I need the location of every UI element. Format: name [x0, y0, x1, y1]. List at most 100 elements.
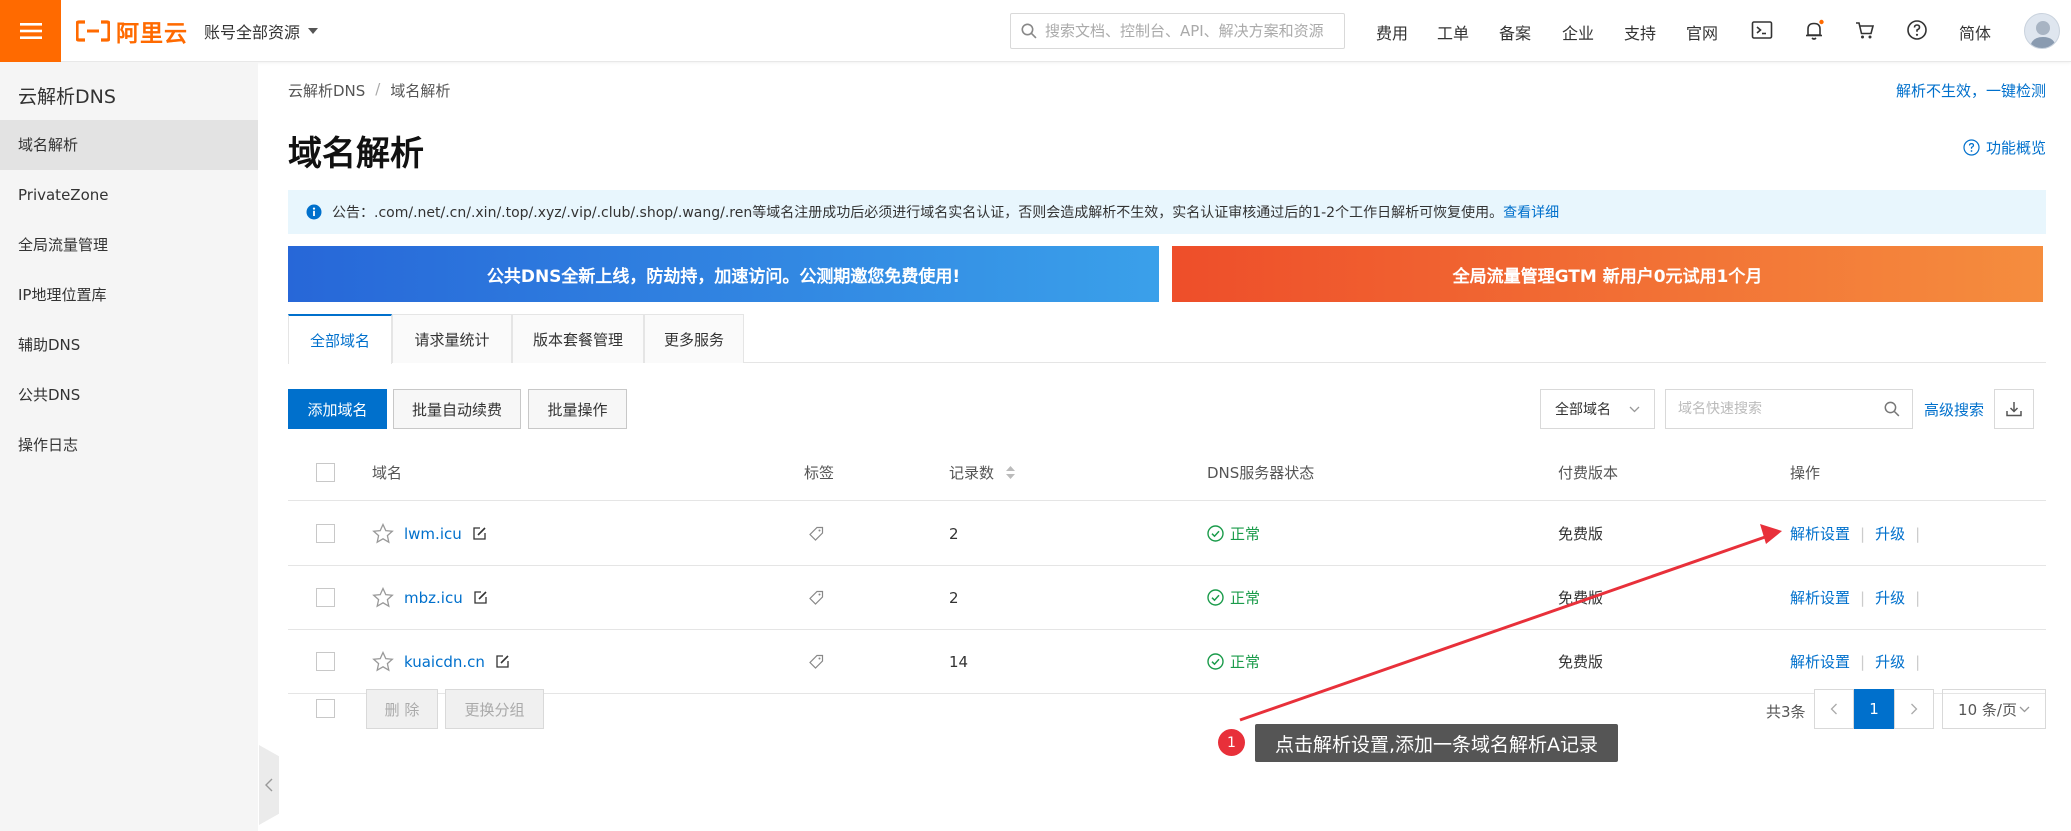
page-number-current[interactable]: 1 [1854, 689, 1894, 729]
table-row: kuaicdn.cn 14 正常 免费版 解析设置 | 升级 | [288, 630, 2046, 694]
row-checkbox[interactable] [316, 524, 335, 543]
star-icon[interactable] [372, 587, 394, 608]
account-resources-dropdown[interactable]: 账号全部资源 [204, 19, 319, 43]
edit-icon[interactable] [495, 654, 510, 669]
one-click-check-link[interactable]: 解析不生效，一键检测 [1896, 80, 2046, 101]
sidebar-item-public-dns[interactable]: 公共DNS [0, 370, 258, 420]
global-search-input[interactable] [1044, 22, 1334, 40]
sidebar-item-privatezone[interactable]: PrivateZone [0, 170, 258, 220]
header-dns-status: DNS服务器状态 [1207, 464, 1315, 482]
domain-search-input[interactable] [1678, 401, 1877, 417]
breadcrumb-root[interactable]: 云解析DNS [288, 80, 365, 101]
star-icon[interactable] [372, 651, 394, 672]
change-group-button[interactable]: 更换分组 [445, 689, 544, 729]
tag-icon[interactable] [808, 526, 824, 542]
domain-link[interactable]: kuaicdn.cn [404, 653, 485, 671]
nav-icp[interactable]: 备案 [1499, 20, 1531, 44]
footer-select-all-checkbox[interactable] [316, 699, 335, 718]
select-all-checkbox[interactable] [316, 463, 335, 482]
dns-settings-link[interactable]: 解析设置 [1790, 651, 1850, 672]
delete-button[interactable]: 删 除 [366, 689, 438, 729]
sidebar-collapse-handle[interactable] [259, 745, 279, 825]
tab-request-stats[interactable]: 请求量统计 [392, 314, 512, 363]
upgrade-link[interactable]: 升级 [1875, 587, 1905, 608]
check-circle-icon [1207, 525, 1224, 542]
table-row: mbz.icu 2 正常 免费版 解析设置 | 升级 | [288, 566, 2046, 630]
page-size-select[interactable]: 10 条/页 [1942, 689, 2046, 729]
feature-overview-link[interactable]: 功能概览 [1963, 137, 2046, 158]
sidebar-item-gtm[interactable]: 全局流量管理 [0, 220, 258, 270]
nav-tickets[interactable]: 工单 [1437, 20, 1469, 44]
star-icon[interactable] [372, 523, 394, 544]
nav-fees[interactable]: 费用 [1376, 20, 1408, 44]
edit-icon[interactable] [472, 526, 487, 541]
edit-icon[interactable] [473, 590, 488, 605]
advanced-search-link[interactable]: 高级搜索 [1924, 399, 1984, 420]
menu-button[interactable] [0, 0, 61, 62]
page-title: 域名解析 [288, 134, 424, 174]
announcement-text: 公告：.com/.net/.cn/.xin/.top/.xyz/.vip/.cl… [332, 202, 1559, 222]
add-domain-button[interactable]: 添加域名 [288, 389, 387, 429]
record-count: 2 [949, 524, 959, 543]
annotation-step-number: 1 [1218, 729, 1245, 756]
sidebar-item-operation-log[interactable]: 操作日志 [0, 420, 258, 470]
top-bar: 阿里云 账号全部资源 费用 工单 备案 企业 支持 官网 简体 [0, 0, 2071, 62]
dns-settings-link[interactable]: 解析设置 [1790, 587, 1850, 608]
batch-operation-button[interactable]: 批量操作 [528, 389, 627, 429]
bell-icon[interactable] [1802, 18, 1826, 42]
next-page-button[interactable] [1894, 689, 1934, 729]
row-checkbox[interactable] [316, 588, 335, 607]
upgrade-link[interactable]: 升级 [1875, 651, 1905, 672]
domain-link[interactable]: mbz.icu [404, 589, 463, 607]
edition-value: 免费版 [1558, 589, 1604, 607]
check-circle-icon [1207, 653, 1224, 670]
aliyun-logo-icon [76, 20, 110, 42]
domain-search-field[interactable] [1665, 389, 1913, 429]
cloud-shell-icon[interactable] [1750, 18, 1774, 42]
table-row: lwm.icu 2 正常 免费版 解析设置 | 升级 | [288, 502, 2046, 566]
nav-website[interactable]: 官网 [1686, 20, 1718, 44]
domain-scope-select[interactable]: 全部域名 [1540, 389, 1655, 429]
nav-enterprise[interactable]: 企业 [1562, 20, 1594, 44]
account-label: 账号全部资源 [204, 23, 301, 42]
tag-icon[interactable] [808, 654, 824, 670]
header-records[interactable]: 记录数 [949, 445, 1016, 500]
status-text: 正常 [1230, 589, 1261, 607]
sidebar-title: 云解析DNS [18, 86, 116, 108]
row-checkbox[interactable] [316, 652, 335, 671]
info-icon [306, 204, 322, 220]
tab-edition-management[interactable]: 版本套餐管理 [512, 314, 644, 363]
aliyun-logo[interactable]: 阿里云 [76, 14, 188, 48]
sidebar: 云解析DNS 域名解析 PrivateZone 全局流量管理 IP地理位置库 辅… [0, 62, 258, 831]
nav-support[interactable]: 支持 [1624, 20, 1656, 44]
cart-icon[interactable] [1853, 18, 1877, 42]
search-icon[interactable] [1884, 401, 1900, 417]
announcement-details-link[interactable]: 查看详细 [1503, 205, 1559, 221]
domain-scope-value: 全部域名 [1555, 402, 1611, 418]
op-divider: | [1860, 652, 1866, 671]
export-button[interactable] [1994, 389, 2034, 429]
global-search[interactable] [1010, 13, 1345, 49]
domain-link[interactable]: lwm.icu [404, 525, 462, 543]
help-icon[interactable] [1905, 18, 1929, 42]
search-icon [1021, 23, 1037, 39]
status-text: 正常 [1230, 525, 1261, 543]
sidebar-item-secondary-dns[interactable]: 辅助DNS [0, 320, 258, 370]
tab-all-domains[interactable]: 全部域名 [288, 314, 392, 364]
avatar[interactable] [2024, 13, 2060, 49]
tab-more-services[interactable]: 更多服务 [644, 314, 744, 363]
chevron-down-icon [2019, 706, 2030, 712]
edition-value: 免费版 [1558, 653, 1604, 671]
prev-page-button[interactable] [1814, 689, 1854, 729]
batch-auto-renew-button[interactable]: 批量自动续费 [393, 389, 521, 429]
language-switch[interactable]: 简体 [1959, 20, 1991, 44]
sidebar-item-ip-geo[interactable]: IP地理位置库 [0, 270, 258, 320]
page-size-value: 10 条/页 [1958, 700, 2017, 719]
gtm-banner[interactable]: 全局流量管理GTM 新用户0元试用1个月 [1172, 246, 2043, 302]
dns-settings-link[interactable]: 解析设置 [1790, 523, 1850, 544]
upgrade-link[interactable]: 升级 [1875, 523, 1905, 544]
sidebar-item-domain-resolution[interactable]: 域名解析 [0, 120, 258, 170]
op-divider: | [1860, 588, 1866, 607]
tag-icon[interactable] [808, 590, 824, 606]
public-dns-banner[interactable]: 公共DNS全新上线，防劫持，加速访问。公测期邀您免费使用! [288, 246, 1159, 302]
